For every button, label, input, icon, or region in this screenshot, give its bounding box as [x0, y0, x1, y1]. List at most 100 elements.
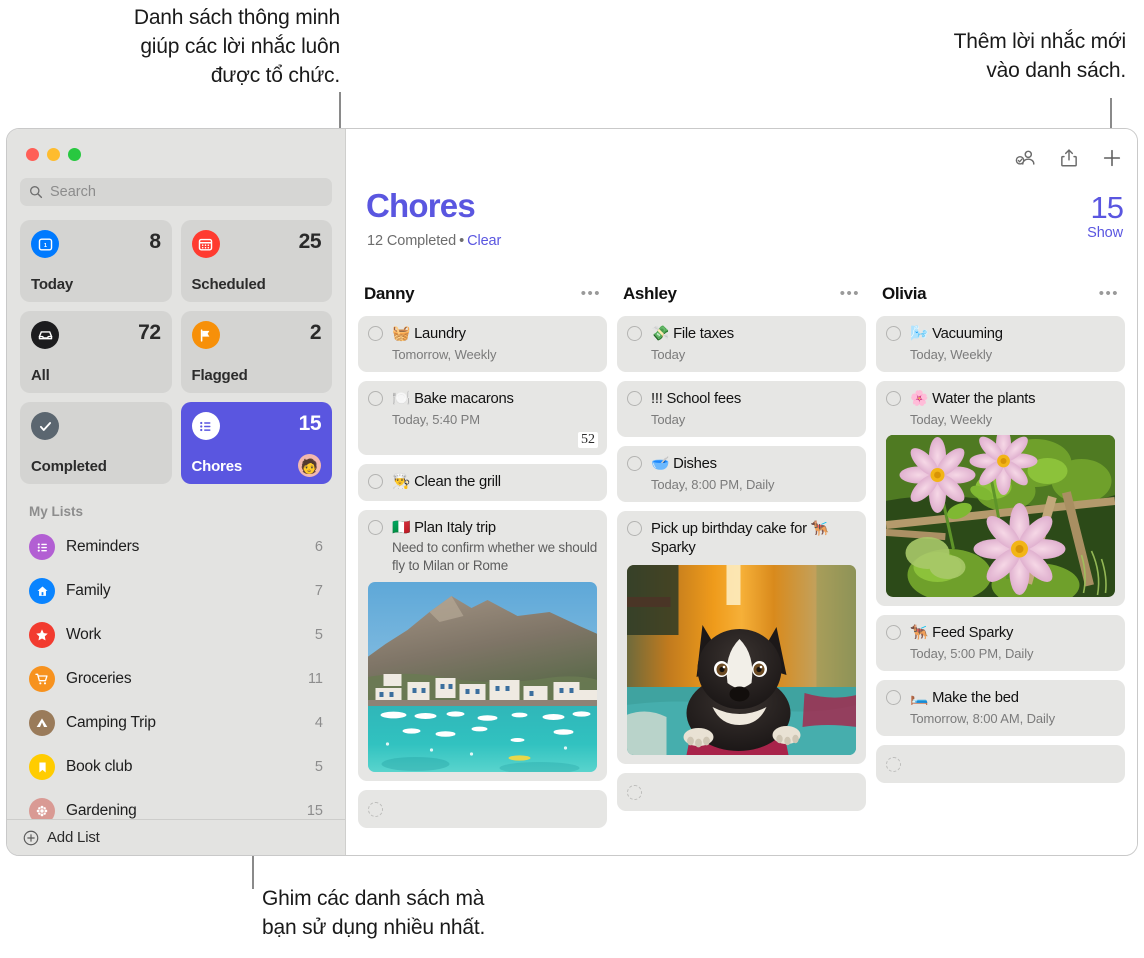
list-label: Book club — [66, 758, 304, 776]
sidebar-item-family[interactable]: Family 7 — [20, 569, 332, 613]
reminder-card[interactable]: !!! School fees Today — [617, 381, 866, 437]
sidebar-item-groceries[interactable]: Groceries 11 — [20, 657, 332, 701]
new-reminder-checkbox[interactable] — [886, 757, 901, 772]
complete-checkbox[interactable] — [627, 521, 642, 536]
list-count: 4 — [315, 715, 323, 731]
sidebar-item-work[interactable]: Work 5 — [20, 613, 332, 657]
reminder-title: 🥣 Dishes — [651, 455, 717, 474]
column-title: Danny — [364, 284, 414, 304]
reminder-subtitle: Today — [651, 411, 856, 428]
complete-checkbox[interactable] — [368, 391, 383, 406]
smart-list-today[interactable]: 1 8 Today — [20, 220, 172, 302]
smart-list-scheduled[interactable]: 25 Scheduled — [181, 220, 333, 302]
complete-checkbox[interactable] — [886, 326, 901, 341]
show-button[interactable]: Show — [1087, 225, 1123, 241]
search-field[interactable]: Search — [20, 178, 332, 206]
reminder-card[interactable]: 🌬️ Vacuuming Today, Weekly — [876, 316, 1125, 372]
sidebar: Search 1 8 Today — [7, 129, 346, 855]
close-button[interactable] — [26, 148, 39, 161]
add-icon[interactable] — [1101, 147, 1123, 169]
column-more-button[interactable]: ••• — [1099, 289, 1119, 299]
complete-checkbox[interactable] — [368, 474, 383, 489]
checkmark-icon — [31, 412, 59, 440]
flagged-label: Flagged — [192, 367, 248, 384]
reminder-subtitle: Today, Weekly — [910, 411, 1115, 428]
window-traffic-lights — [7, 129, 345, 161]
minimize-button[interactable] — [47, 148, 60, 161]
smart-list-tiles: 1 8 Today — [7, 206, 345, 484]
reminder-card[interactable]: 🐕‍🦺 Feed Sparky Today, 5:00 PM, Daily — [876, 615, 1125, 671]
share-icon[interactable] — [1058, 147, 1080, 169]
complete-checkbox[interactable] — [368, 326, 383, 341]
all-count: 72 — [138, 321, 160, 345]
new-reminder-card[interactable] — [617, 773, 866, 811]
smart-list-flagged[interactable]: 2 Flagged — [181, 311, 333, 393]
column-olivia: Olivia ••• 🌬️ Vacuuming Today, Weekly — [876, 281, 1125, 855]
annotation-pin-lists: Ghim các danh sách mà bạn sử dụng nhiều … — [262, 884, 592, 942]
reminder-subtitle: Tomorrow, 8:00 AM, Daily — [910, 710, 1115, 727]
reminder-card[interactable]: 🌸 Water the plants Today, Weekly — [876, 381, 1125, 606]
list-bullet-icon — [192, 412, 220, 440]
my-lists-header: My Lists — [7, 484, 345, 525]
reminder-card[interactable]: 🛏️ Make the bed Tomorrow, 8:00 AM, Daily — [876, 680, 1125, 736]
star-icon — [29, 622, 55, 648]
assign-person-icon[interactable] — [1015, 147, 1037, 169]
smart-list-chores[interactable]: 15 Chores 🧑 — [181, 402, 333, 484]
complete-checkbox[interactable] — [886, 391, 901, 406]
list-count: 6 — [315, 539, 323, 555]
maximize-button[interactable] — [68, 148, 81, 161]
reminder-subtitle: Today, 5:40 PM — [392, 411, 597, 428]
calendar-icon — [192, 230, 220, 258]
reminder-card[interactable]: 💸 File taxes Today — [617, 316, 866, 372]
chores-label: Chores — [192, 458, 242, 475]
flagged-count: 2 — [310, 321, 321, 345]
tray-icon — [31, 321, 59, 349]
column-title: Olivia — [882, 284, 926, 304]
list-label: Camping Trip — [66, 714, 304, 732]
reminder-subtitle: Tomorrow, Weekly — [392, 346, 597, 363]
reminder-card[interactable]: 👨‍🍳 Clean the grill — [358, 464, 607, 501]
cart-icon — [29, 666, 55, 692]
complete-checkbox[interactable] — [627, 456, 642, 471]
list-label: Reminders — [66, 538, 304, 556]
complete-checkbox[interactable] — [368, 520, 383, 535]
smart-list-completed[interactable]: Completed — [20, 402, 172, 484]
toolbar — [1015, 147, 1123, 169]
column-header: Olivia ••• — [876, 281, 1125, 307]
reminder-title: 🌬️ Vacuuming — [910, 325, 1003, 344]
sidebar-item-reminders[interactable]: Reminders 6 — [20, 525, 332, 569]
reminder-title: Pick up birthday cake for 🐕‍🦺 Sparky — [651, 520, 856, 558]
sidebar-item-camping-trip[interactable]: Camping Trip 4 — [20, 701, 332, 745]
svg-text:1: 1 — [43, 242, 46, 248]
smart-list-all[interactable]: 72 All — [20, 311, 172, 393]
reminder-title: 🛏️ Make the bed — [910, 689, 1019, 708]
reminder-card[interactable]: 🥣 Dishes Today, 8:00 PM, Daily — [617, 446, 866, 502]
new-reminder-checkbox[interactable] — [627, 785, 642, 800]
add-list-button[interactable]: Add List — [7, 819, 345, 855]
page-title: Chores — [366, 187, 475, 225]
list-count: 5 — [315, 759, 323, 775]
reminder-title: !!! School fees — [651, 390, 741, 409]
list-count: 7 — [315, 583, 323, 599]
reminder-card[interactable]: 🧺 Laundry Tomorrow, Weekly — [358, 316, 607, 372]
complete-checkbox[interactable] — [886, 690, 901, 705]
clear-button[interactable]: Clear — [467, 233, 501, 249]
new-reminder-card[interactable] — [358, 790, 607, 828]
reminder-count: 15 — [1087, 191, 1123, 225]
reminder-card[interactable]: 🇮🇹 Plan Italy trip Need to confirm wheth… — [358, 510, 607, 781]
sidebar-item-book-club[interactable]: Book club 5 — [20, 745, 332, 789]
new-reminder-checkbox[interactable] — [368, 802, 383, 817]
reminder-card[interactable]: 🍽️ Bake macarons Today, 5:40 PM 52 — [358, 381, 607, 455]
complete-checkbox[interactable] — [627, 391, 642, 406]
reminder-card[interactable]: Pick up birthday cake for 🐕‍🦺 Sparky — [617, 511, 866, 764]
flag-icon — [192, 321, 220, 349]
sidebar-item-gardening[interactable]: Gardening 15 — [20, 789, 332, 819]
complete-checkbox[interactable] — [627, 326, 642, 341]
column-more-button[interactable]: ••• — [840, 289, 860, 299]
list-bullet-icon — [29, 534, 55, 560]
column-more-button[interactable]: ••• — [581, 289, 601, 299]
my-lists: Reminders 6 Family 7 Work 5 — [7, 525, 345, 819]
new-reminder-card[interactable] — [876, 745, 1125, 783]
column-title: Ashley — [623, 284, 677, 304]
complete-checkbox[interactable] — [886, 625, 901, 640]
